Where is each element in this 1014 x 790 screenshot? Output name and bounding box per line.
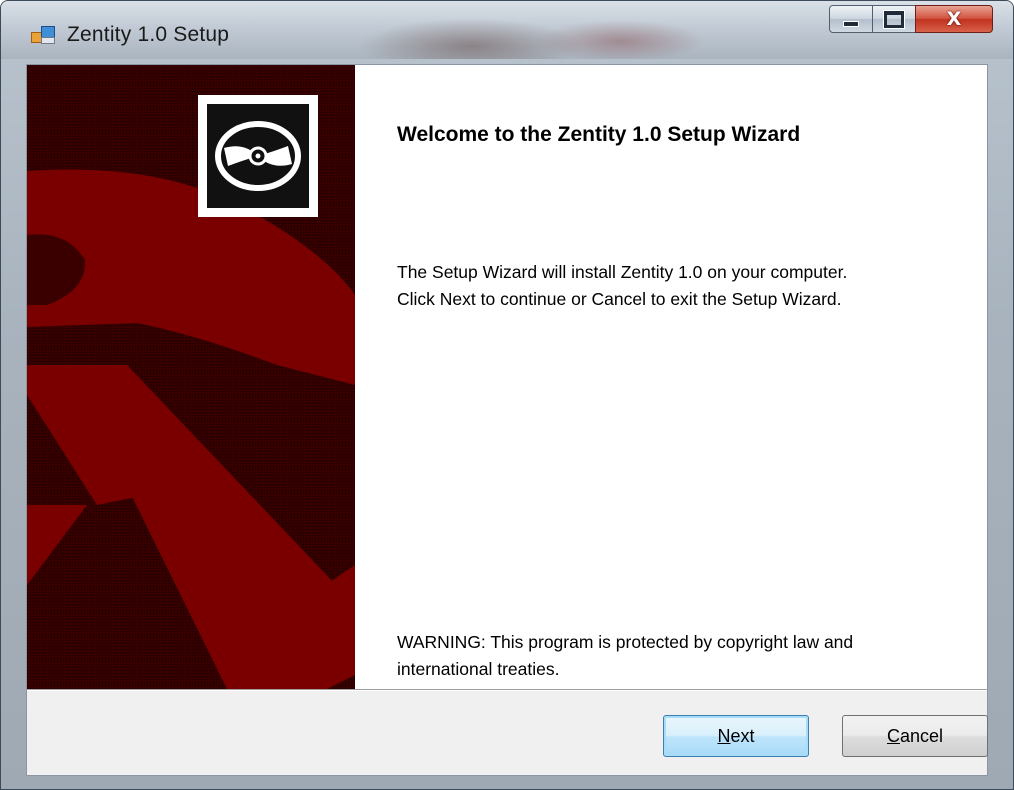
copyright-warning: WARNING: This program is protected by co… <box>397 629 977 683</box>
wizard-client-area: Welcome to the Zentity 1.0 Setup Wizard … <box>26 64 988 776</box>
cancel-button[interactable]: Cancel <box>842 715 988 757</box>
warning-line-2: international treaties. <box>397 659 560 679</box>
button-bar-divider <box>27 689 987 691</box>
close-icon: X <box>946 8 962 30</box>
wizard-title: Welcome to the Zentity 1.0 Setup Wizard <box>397 123 801 146</box>
app-icon[interactable] <box>31 26 55 44</box>
maximize-icon <box>884 10 904 28</box>
cd-disc-icon <box>215 121 301 191</box>
next-button[interactable]: Next <box>663 715 809 757</box>
wizard-content-pane: Welcome to the Zentity 1.0 Setup Wizard … <box>355 65 987 689</box>
next-mnemonic: N <box>717 725 731 746</box>
cancel-label-rest: ancel <box>899 725 944 746</box>
close-button[interactable]: X <box>915 5 993 33</box>
next-label-rest: ext <box>730 725 755 746</box>
setup-window: Zentity 1.0 Setup X Welcome to the Zenti… <box>0 0 1014 790</box>
minimize-icon <box>843 21 859 27</box>
window-title: Zentity 1.0 Setup <box>67 23 230 46</box>
title-bar[interactable]: Zentity 1.0 Setup X <box>1 1 1013 59</box>
intro-line-2: Click Next to continue or Cancel to exit… <box>397 289 842 309</box>
cancel-mnemonic: C <box>886 725 900 746</box>
warning-line-1: WARNING: This program is protected by co… <box>397 632 854 652</box>
intro-line-1: The Setup Wizard will install Zentity 1.… <box>397 262 848 282</box>
minimize-button[interactable] <box>829 5 873 33</box>
wizard-banner <box>27 65 355 689</box>
maximize-button[interactable] <box>872 5 916 33</box>
intro-text: The Setup Wizard will install Zentity 1.… <box>397 259 977 313</box>
cd-disc-frame <box>198 95 318 217</box>
